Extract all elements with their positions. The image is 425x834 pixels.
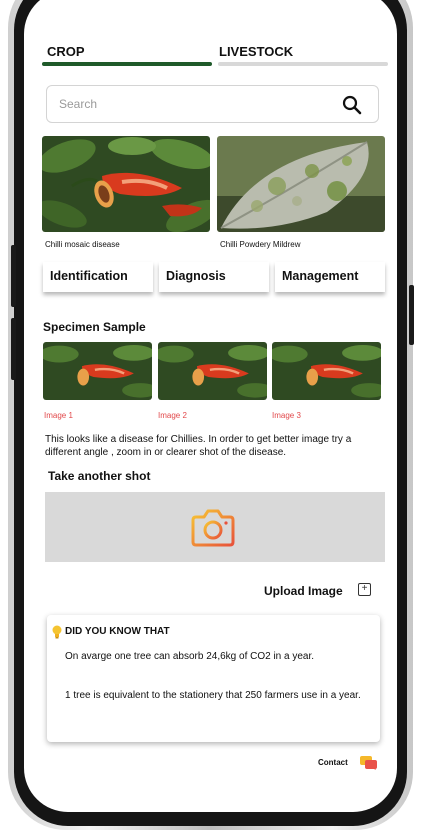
tab-crop[interactable]: CROP (47, 44, 85, 59)
specimen-label-1: Image 1 (44, 411, 73, 420)
identification-button[interactable]: Identification (43, 262, 153, 292)
tab-crop-indicator (42, 62, 212, 66)
upload-image-label[interactable]: Upload Image (264, 584, 343, 598)
plus-square-icon[interactable]: + (358, 583, 371, 596)
search-bar (46, 85, 379, 123)
chilli-powdery-mildew-image[interactable] (217, 136, 385, 232)
specimen-image-2[interactable] (158, 342, 267, 400)
volume-up-button (11, 245, 16, 307)
lightbulb-icon (52, 625, 62, 639)
tab-livestock[interactable]: LIVESTOCK (219, 44, 293, 59)
disease-caption-2: Chilli Powdery Mildrew (220, 240, 301, 249)
search-icon[interactable] (342, 95, 362, 115)
disease-caption-1: Chilli mosaic disease (45, 240, 120, 249)
power-button (409, 285, 414, 345)
did-you-know-card: DID YOU KNOW THAT On avarge one tree can… (47, 615, 380, 742)
specimen-image-1[interactable] (43, 342, 152, 400)
specimen-image-3[interactable] (272, 342, 381, 400)
diagnosis-button[interactable]: Diagnosis (159, 262, 269, 292)
contact-link[interactable]: Contact (318, 758, 348, 767)
category-tabs: CROP LIVESTOCK (42, 44, 388, 70)
volume-down-button (11, 318, 16, 380)
did-you-know-title: DID YOU KNOW THAT (65, 626, 170, 637)
fact-line-1: On avarge one tree can absorb 24,6kg of … (65, 651, 315, 662)
search-input[interactable] (59, 94, 319, 114)
specimen-label-2: Image 2 (158, 411, 187, 420)
camera-icon[interactable] (190, 506, 236, 548)
specimen-title: Specimen Sample (43, 320, 146, 334)
specimen-label-3: Image 3 (272, 411, 301, 420)
camera-capture-area[interactable] (45, 492, 385, 562)
management-button[interactable]: Management (275, 262, 385, 292)
tab-livestock-indicator (218, 62, 388, 66)
retake-title: Take another shot (48, 469, 151, 483)
fact-line-2: 1 tree is equivalent to the stationery t… (65, 690, 361, 701)
advice-text: This looks like a disease for Chillies. … (45, 434, 352, 458)
chilli-mosaic-image[interactable] (42, 136, 210, 232)
chat-icon[interactable] (360, 756, 378, 770)
